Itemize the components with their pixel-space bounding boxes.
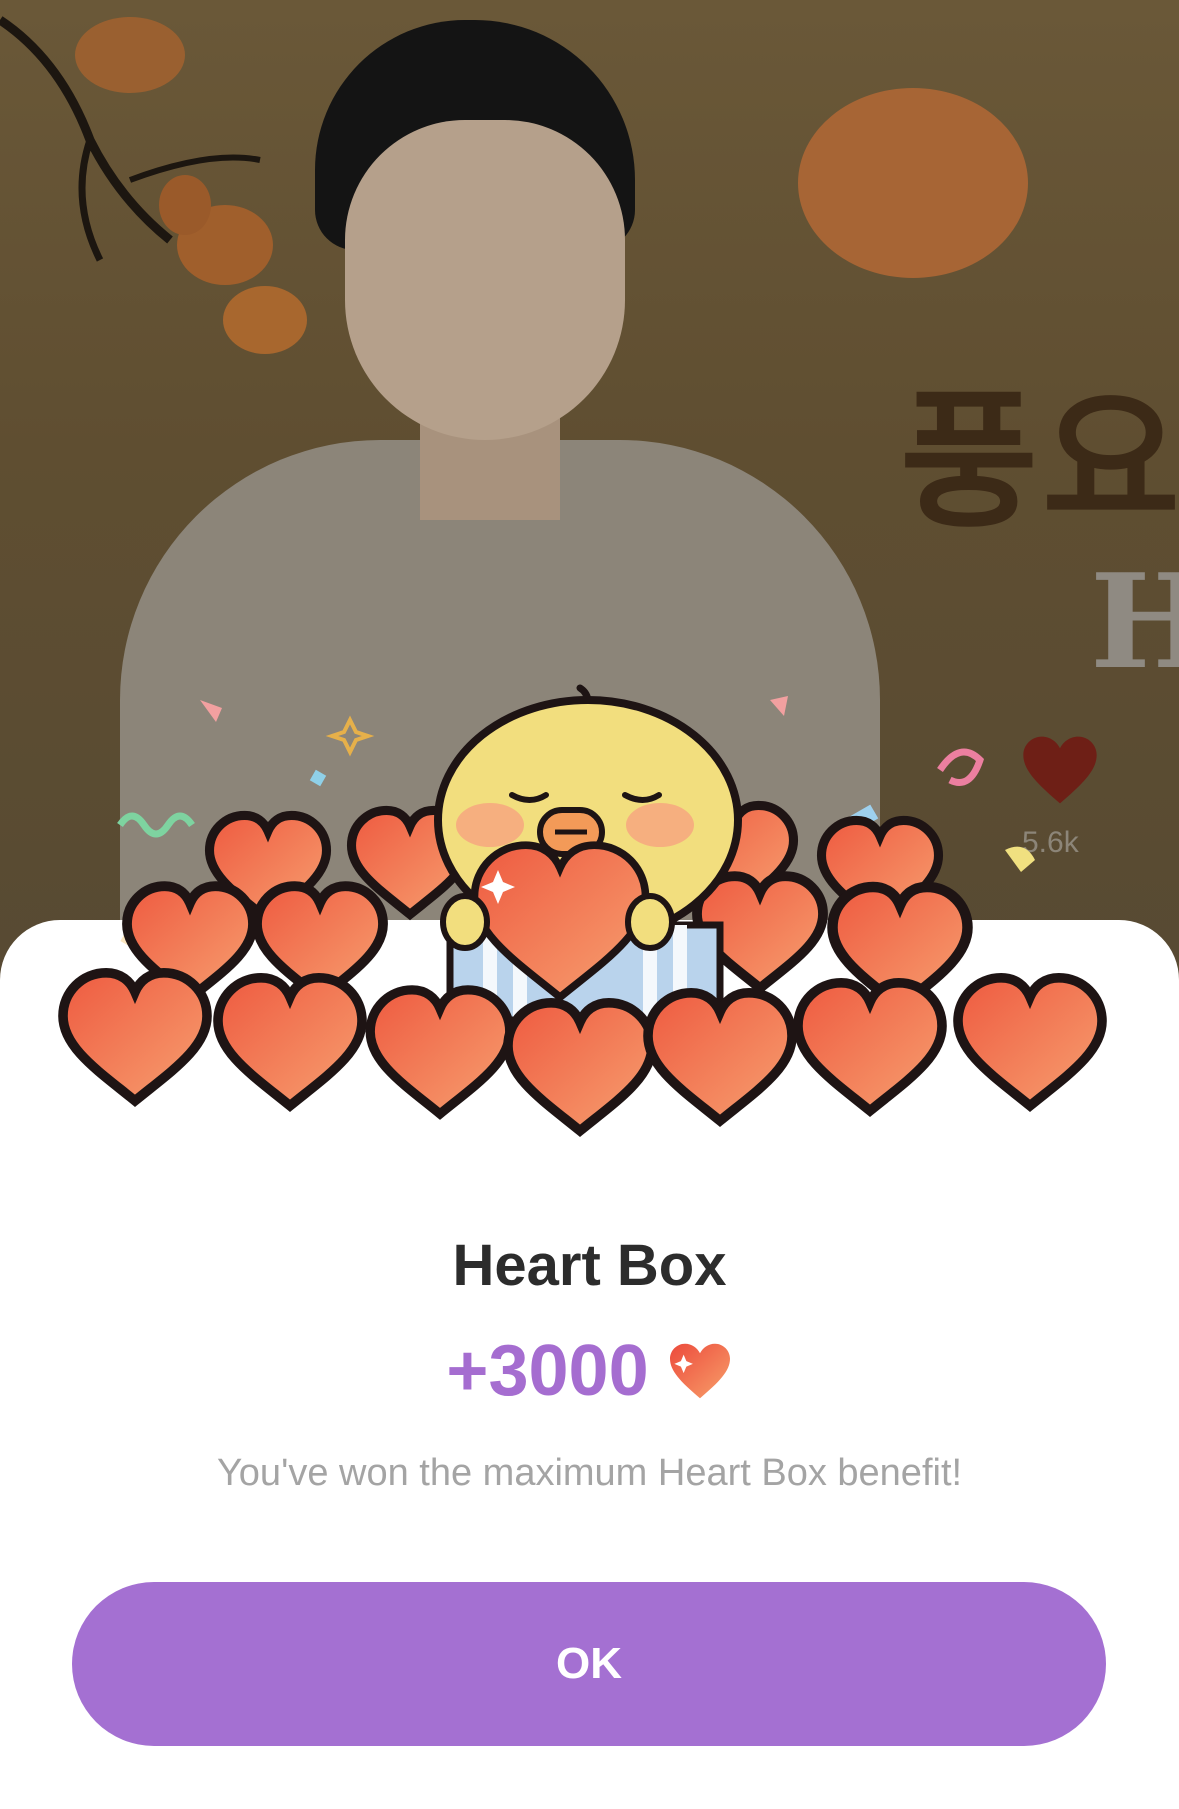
background-sun xyxy=(798,88,1028,278)
background-korean-text: 풍요 xyxy=(900,373,1179,549)
heart-box-illustration xyxy=(0,684,1179,1180)
heart-icon xyxy=(669,1343,730,1399)
ok-button[interactable]: OK xyxy=(72,1582,1106,1746)
background-branch xyxy=(0,16,307,354)
benefit-message: You've won the maximum Heart Box benefit… xyxy=(216,1452,963,1494)
person-face xyxy=(345,120,625,440)
reward-amount: +3000 xyxy=(446,1331,649,1411)
modal-title: Heart Box xyxy=(452,1233,727,1298)
reward-amount-row: +3000 xyxy=(0,1330,1179,1412)
